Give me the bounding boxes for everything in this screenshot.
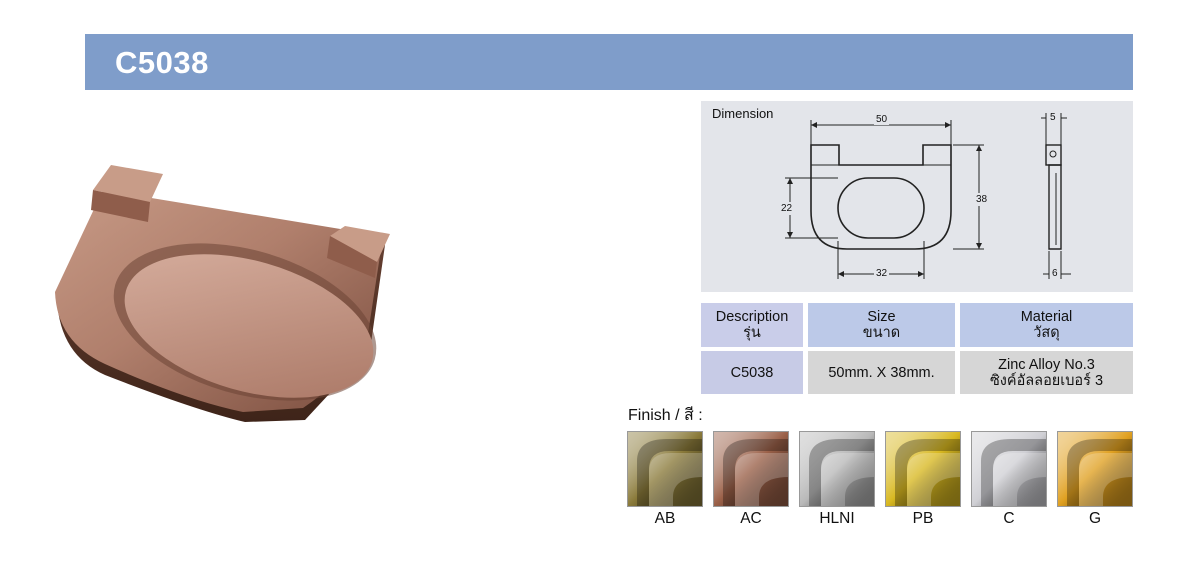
header-bar: C5038: [85, 34, 1133, 90]
finish-swatch-pb: [885, 431, 961, 507]
size-value: 50mm. X 38mm.: [828, 364, 935, 381]
finish-code-ab: AB: [654, 510, 676, 527]
finish-code-pb: PB: [912, 510, 934, 527]
dim-height-label: 38: [976, 193, 988, 206]
header-material-th: วัสดุ: [1033, 325, 1060, 341]
finish-code-g: G: [1088, 510, 1102, 527]
header-description-th: รุ่น: [743, 325, 761, 341]
header-size-en: Size: [867, 309, 896, 325]
header-material: Material วัสดุ: [960, 303, 1133, 347]
dim-inner-width-label: 32: [874, 268, 890, 279]
product-title: C5038: [115, 45, 209, 80]
cell-size: 50mm. X 38mm.: [808, 351, 955, 394]
header-description-en: Description: [715, 309, 789, 325]
finish-swatch-ac: [713, 431, 789, 507]
material-th-value: ซิงค์อัลลอยเบอร์ 3: [989, 372, 1104, 389]
dim-thickness-label: 5: [1050, 112, 1056, 123]
material-en-value: Zinc Alloy No.3: [998, 356, 1095, 373]
header-size: Size ขนาด: [808, 303, 955, 347]
header-description: Description รุ่น: [701, 303, 803, 347]
finish-code-c: C: [1003, 510, 1015, 527]
product-photo: [55, 165, 390, 422]
finish-code-hlni: HLNI: [819, 510, 855, 527]
dim-inner-height-label: 22: [781, 202, 793, 215]
dimension-panel: Dimension 50 38 22 32 5 6: [701, 101, 1133, 292]
dim-base-label: 6: [1052, 268, 1058, 279]
dimension-drawing: [785, 113, 1071, 279]
header-material-en: Material: [1020, 309, 1073, 325]
header-size-th: ขนาด: [862, 325, 901, 341]
cell-model: C5038: [701, 351, 803, 394]
model-value: C5038: [730, 364, 774, 381]
finish-code-ac: AC: [740, 510, 762, 527]
dim-width-label: 50: [874, 114, 890, 125]
finish-swatch-hlni: [799, 431, 875, 507]
finish-swatch-c: [971, 431, 1047, 507]
finish-swatch-g: [1057, 431, 1133, 507]
finish-swatch-ab: [627, 431, 703, 507]
cell-material: Zinc Alloy No.3 ซิงค์อัลลอยเบอร์ 3: [960, 351, 1133, 394]
finish-label: Finish / สี :: [628, 407, 703, 424]
